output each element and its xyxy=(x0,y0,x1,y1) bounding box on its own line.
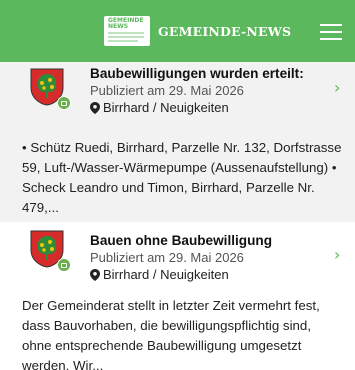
article-title[interactable]: Bauen ohne Baubewilligung xyxy=(90,233,272,248)
article-location-text: Birrhard / Neuigkeiten xyxy=(103,100,229,115)
app-logo[interactable]: GEMEINDE NEWS GEMEINDE-NEWS xyxy=(104,16,291,46)
app-header: GEMEINDE NEWS GEMEINDE-NEWS xyxy=(0,0,355,62)
map-pin-icon xyxy=(90,101,100,114)
logo-small-text: GEMEINDE NEWS xyxy=(108,17,144,30)
article-location: Birrhard / Neuigkeiten xyxy=(90,100,229,115)
news-card[interactable]: Bauen ohne Baubewilligung Publiziert am … xyxy=(0,222,355,370)
chevron-right-icon[interactable]: › xyxy=(334,245,340,264)
article-location-text: Birrhard / Neuigkeiten xyxy=(103,267,229,282)
hamburger-menu-icon[interactable] xyxy=(320,24,342,40)
article-excerpt: Der Gemeinderat stellt in letzter Zeit v… xyxy=(22,298,320,370)
article-date: Publiziert am 29. Mai 2026 xyxy=(90,83,244,98)
app-title: GEMEINDE-NEWS xyxy=(158,23,292,39)
news-card[interactable]: Baubewilligungen wurden erteilt: Publizi… xyxy=(0,62,355,222)
article-excerpt: • Schütz Ruedi, Birrhard, Parzelle Nr. 1… xyxy=(22,140,342,215)
news-badge-icon xyxy=(57,258,71,272)
newspaper-logo-icon: GEMEINDE NEWS xyxy=(104,16,150,46)
map-pin-icon xyxy=(90,268,100,281)
news-badge-icon xyxy=(57,96,71,110)
article-location: Birrhard / Neuigkeiten xyxy=(90,267,229,282)
article-title[interactable]: Baubewilligungen wurden erteilt: xyxy=(90,66,304,81)
chevron-right-icon[interactable]: › xyxy=(334,78,340,97)
article-date: Publiziert am 29. Mai 2026 xyxy=(90,250,244,265)
